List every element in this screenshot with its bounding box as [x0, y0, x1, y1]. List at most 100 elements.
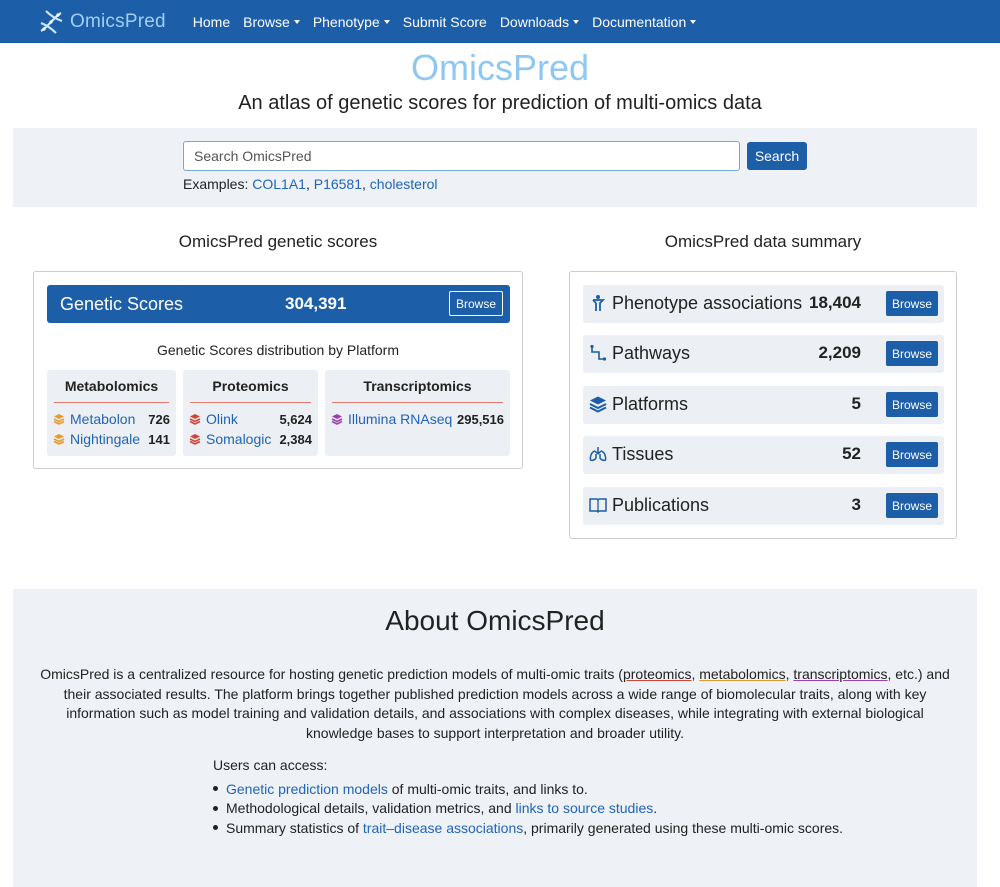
browse-pathways-button[interactable]: Browse — [886, 341, 938, 366]
metabolomics-term: metabolomics — [699, 666, 786, 682]
browse-publications-button[interactable]: Browse — [886, 493, 938, 518]
lungs-icon — [589, 447, 607, 462]
genetic-scores-header: Genetic Scores 304,391 Browse — [47, 285, 510, 323]
layers-icon — [189, 434, 201, 445]
platform-row: Metabolon 726 — [53, 409, 170, 429]
browse-tissues-button[interactable]: Browse — [886, 442, 938, 467]
brand-logo[interactable]: OmicsPred — [38, 9, 166, 35]
summary-label: Phenotype associations — [612, 293, 803, 313]
access-text: , primarily generated using these multi-… — [523, 819, 844, 836]
site-title: OmicsPred — [410, 47, 590, 88]
access-list: Genetic prediction models of multi-omic … — [213, 779, 843, 838]
nav-downloads-label: Downloads — [499, 13, 570, 30]
nav-phenotype[interactable]: Phenotype — [313, 14, 390, 30]
summary-label: Platforms — [612, 394, 689, 414]
nav-submit-score[interactable]: Submit Score — [403, 14, 487, 30]
caret-down-icon — [690, 19, 697, 24]
example-link[interactable]: cholesterol — [370, 176, 438, 192]
platform-link-nightingale[interactable]: Nightingale — [70, 431, 148, 447]
platform-row: Olink 5,624 — [189, 409, 312, 429]
nav-phenotype-label: Phenotype — [312, 13, 380, 30]
nav-downloads[interactable]: Downloads — [499, 13, 580, 30]
genetic-scores-heading: OmicsPred genetic scores — [178, 232, 378, 251]
platform-link-illumina-rnaseq[interactable]: Illumina RNAseq — [348, 411, 457, 427]
nav-documentation-label: Documentation — [592, 13, 687, 30]
platform-row: Somalogic 2,384 — [189, 429, 312, 449]
access-text: . — [653, 800, 658, 817]
genetic-scores-title: Genetic Scores — [60, 294, 184, 314]
layers-icon — [589, 396, 607, 413]
genetic-models-link[interactable]: Genetic prediction models — [226, 781, 388, 797]
summary-row-tissues: Tissues 52 Browse — [583, 436, 944, 474]
search-input[interactable] — [183, 141, 740, 171]
summary-row-platforms: Platforms 5 Browse — [583, 386, 944, 424]
caret-down-icon — [573, 19, 580, 24]
nav-home-label: Home — [192, 13, 231, 30]
transcriptomics-term: transcriptomics — [793, 666, 888, 682]
bullet-icon — [213, 786, 218, 792]
source-studies-link[interactable]: links to source studies — [516, 800, 654, 816]
summary-row-publications: Publications 3 Browse — [583, 487, 944, 525]
platform-count: 5,624 — [279, 411, 312, 427]
browse-platforms-button[interactable]: Browse — [886, 392, 938, 417]
distribution-title: Genetic Scores distribution by Platform — [157, 342, 399, 358]
summary-count: 3 — [851, 495, 861, 514]
examples-label: Examples: — [183, 176, 249, 192]
nav-documentation[interactable]: Documentation — [592, 13, 697, 30]
example-link[interactable]: P16581 — [314, 176, 362, 192]
nav-browse-label: Browse — [243, 13, 290, 30]
access-intro: Users can access: — [213, 757, 328, 773]
search-section: Search Examples: COL1A1, P16581, cholest… — [13, 128, 977, 207]
person-icon — [592, 295, 606, 311]
about-section: About OmicsPred OmicsPred is a centraliz… — [13, 589, 977, 887]
proteomics-term: proteomics — [622, 666, 692, 682]
platform-row: Nightingale 141 — [53, 429, 170, 449]
book-icon — [589, 498, 607, 514]
summary-label: Publications — [612, 495, 710, 515]
nav-submit-score-label: Submit Score — [402, 13, 487, 30]
platform-proteomics: Proteomics Olink 5,624 Somalogic 2,384 — [183, 370, 318, 456]
data-summary-heading: OmicsPred data summary — [664, 232, 862, 251]
summary-count: 18,404 — [809, 293, 861, 312]
summary-row-phenotype-associations: Phenotype associations 18,404 Browse — [583, 285, 944, 323]
bullet-icon — [213, 825, 218, 831]
platform-link-metabolon[interactable]: Metabolon — [70, 411, 148, 427]
search-button[interactable]: Search — [747, 142, 807, 170]
platform-transcriptomics: Transcriptomics Illumina RNAseq 295,516 — [325, 370, 510, 456]
platform-link-somalogic[interactable]: Somalogic — [206, 431, 279, 447]
platform-count: 141 — [148, 431, 170, 447]
summary-count: 5 — [851, 394, 861, 413]
layers-icon — [189, 414, 201, 425]
platform-link-olink[interactable]: Olink — [206, 411, 279, 427]
browse-phenotype-associations-button[interactable]: Browse — [886, 291, 938, 316]
trait-disease-link[interactable]: trait–disease associations — [363, 820, 523, 836]
list-item: Methodological details, validation metri… — [213, 799, 843, 819]
data-summary-panel: Phenotype associations 18,404 Browse Pat… — [569, 271, 957, 539]
nav-browse[interactable]: Browse — [243, 14, 300, 30]
platform-heading: Transcriptomics — [332, 378, 503, 403]
platform-count: 295,516 — [457, 411, 504, 427]
layers-icon — [53, 434, 65, 445]
layers-icon — [331, 414, 343, 425]
platform-metabolomics: Metabolomics Metabolon 726 Nightingale 1… — [47, 370, 176, 456]
summary-count: 52 — [842, 444, 861, 463]
about-description: OmicsPred is a centralized resource for … — [37, 665, 953, 743]
genetic-scores-panel: Genetic Scores 304,391 Browse Genetic Sc… — [33, 271, 523, 469]
nav-home[interactable]: Home — [193, 14, 230, 30]
genetic-scores-count: 304,391 — [285, 294, 347, 313]
access-text: Methodological details, validation metri… — [226, 800, 516, 817]
brand-name: OmicsPred — [70, 10, 166, 32]
example-link[interactable]: COL1A1 — [252, 176, 306, 192]
platform-count: 726 — [148, 411, 170, 427]
access-text: of multi-omic traits, and links to. — [387, 780, 588, 797]
site-tagline: An atlas of genetic scores for predictio… — [238, 92, 762, 114]
top-navbar: OmicsPred Home Browse Phenotype Submit S… — [0, 0, 1000, 43]
list-item: Summary statistics of trait–disease asso… — [213, 818, 843, 838]
summary-label: Pathways — [612, 343, 691, 363]
summary-label: Tissues — [612, 444, 674, 464]
browse-scores-button[interactable]: Browse — [448, 291, 503, 316]
platform-row: Illumina RNAseq 295,516 — [331, 409, 504, 429]
list-item: Genetic prediction models of multi-omic … — [213, 779, 843, 799]
summary-count: 2,209 — [818, 343, 861, 362]
caret-down-icon — [383, 19, 390, 24]
